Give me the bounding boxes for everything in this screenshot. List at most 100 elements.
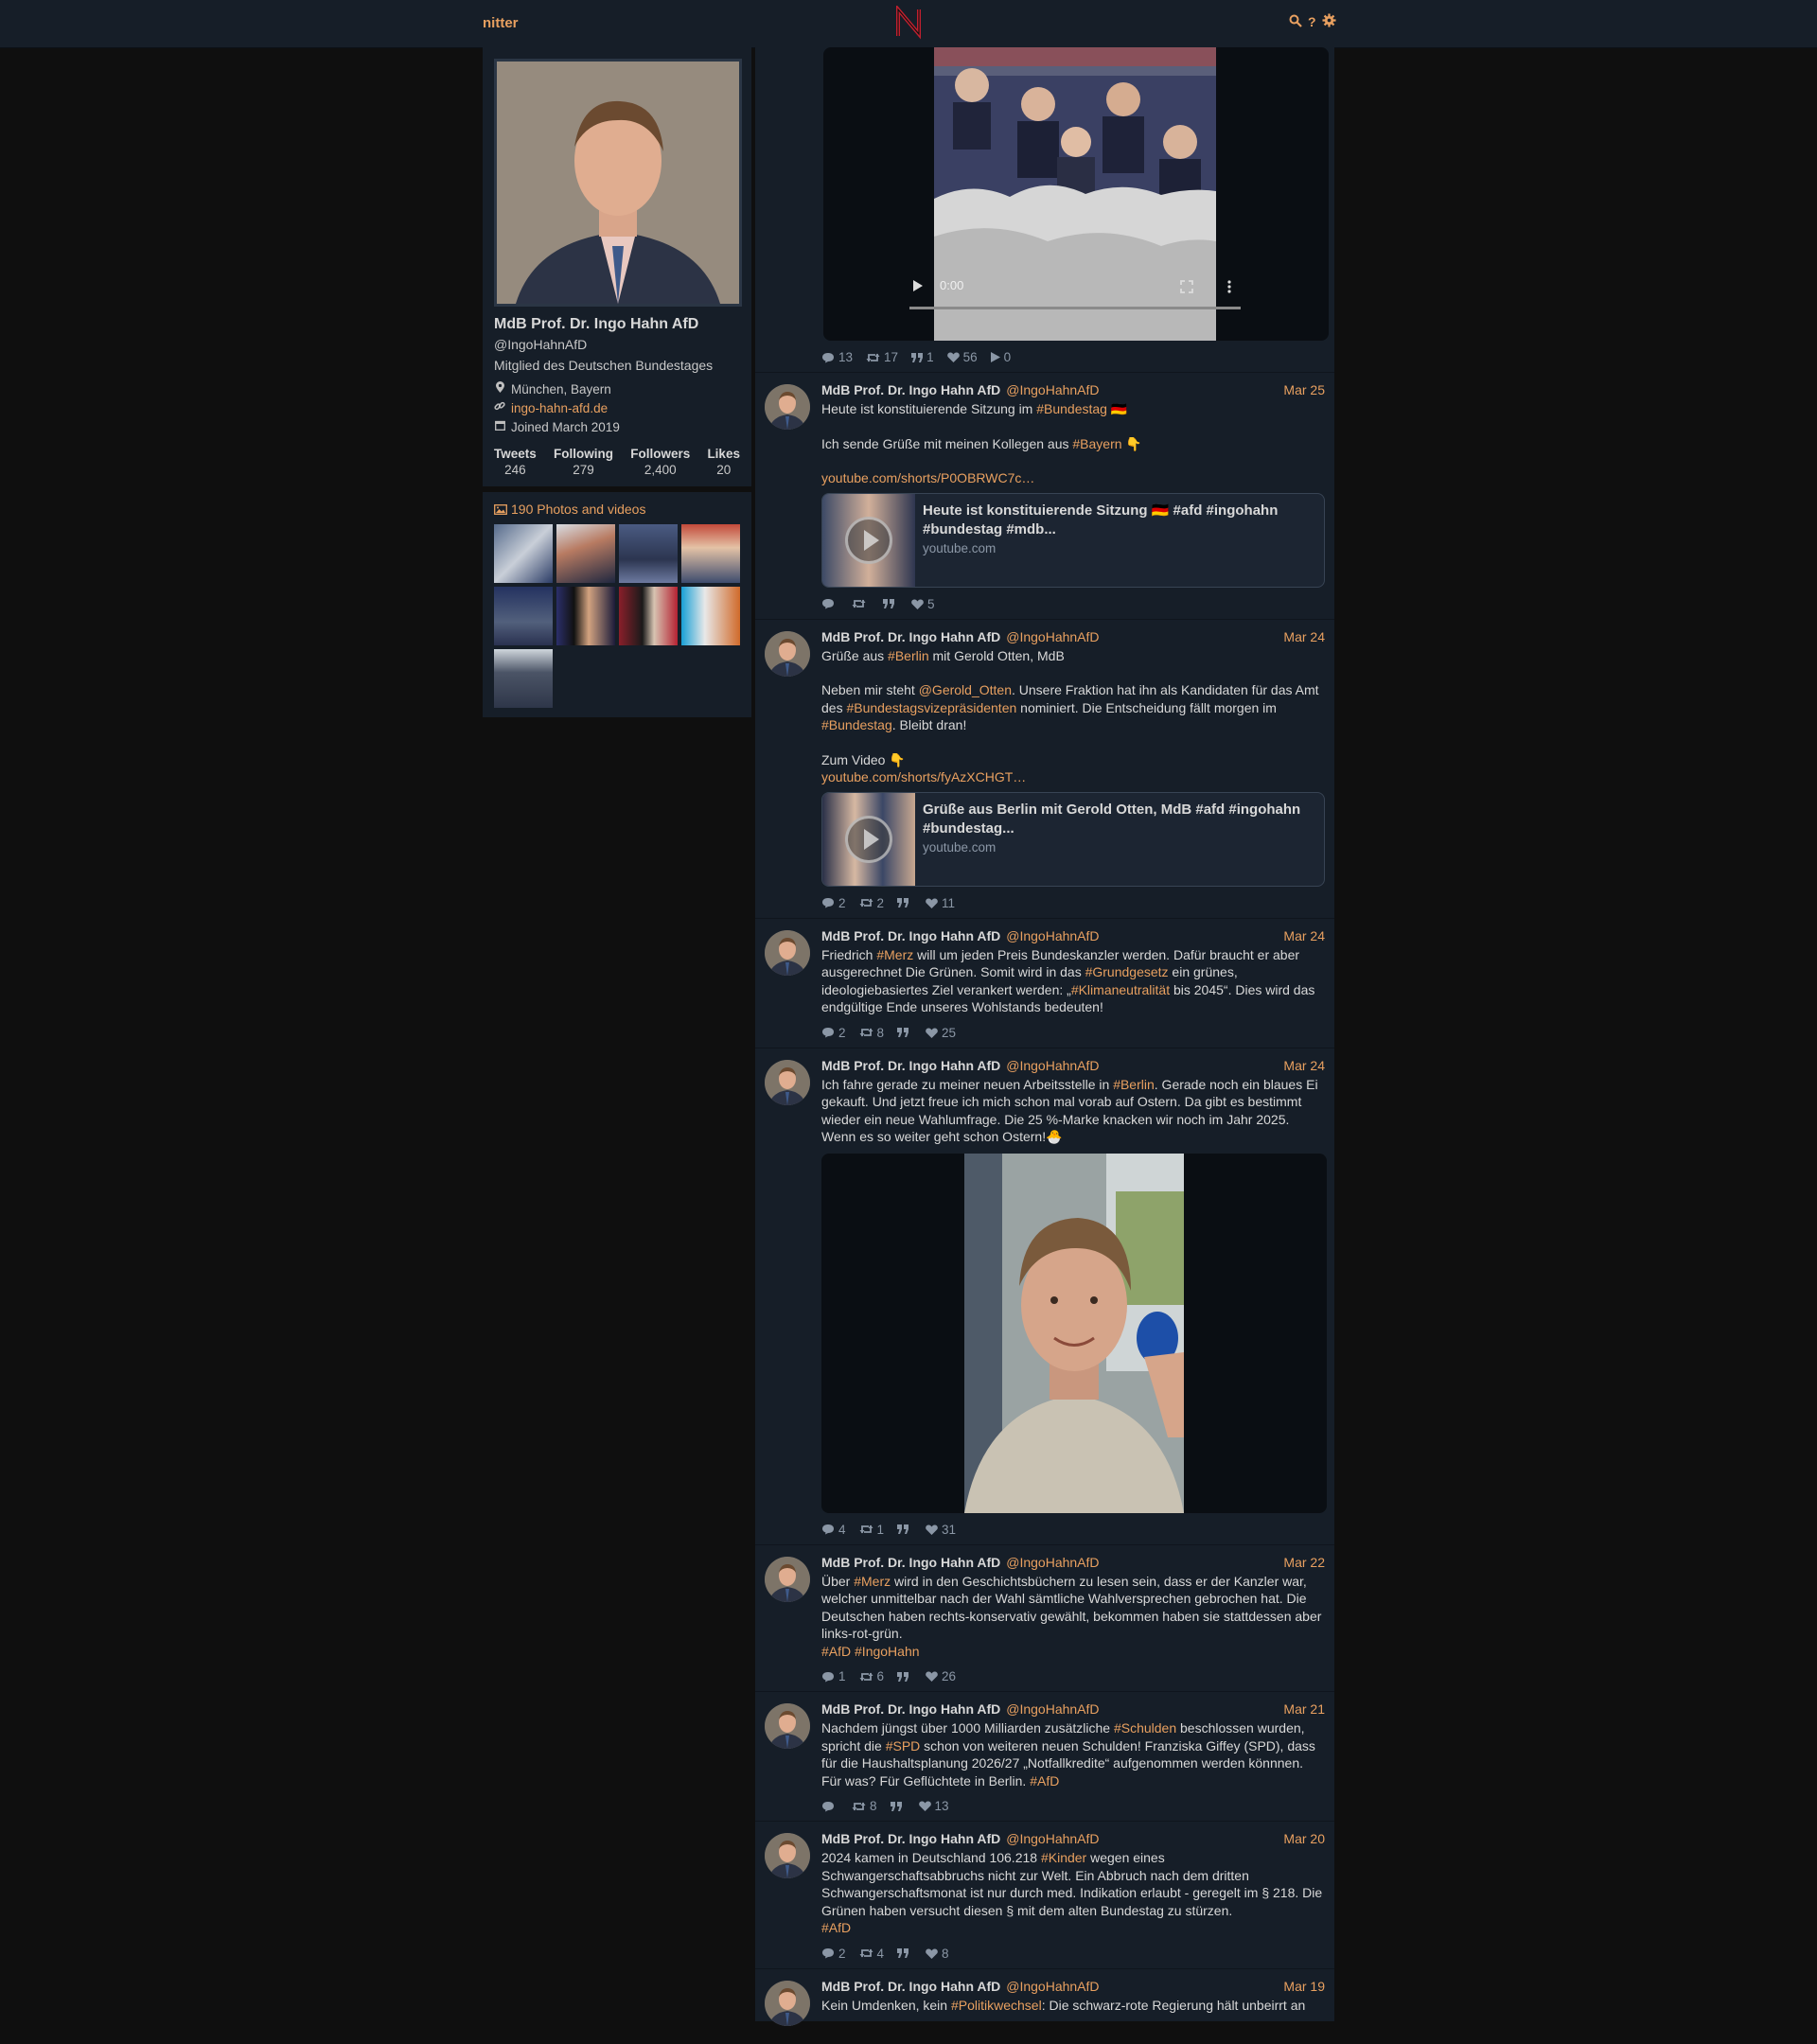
- quote-count[interactable]: [897, 1026, 912, 1040]
- tweet-item[interactable]: MdB Prof. Dr. Ingo Hahn AfD @IngoHahnAfD…: [755, 1822, 1334, 1969]
- tweet-date[interactable]: Mar 24: [1283, 928, 1325, 943]
- tweet-author-name[interactable]: MdB Prof. Dr. Ingo Hahn AfD: [821, 928, 1000, 943]
- photo-thumb[interactable]: [556, 587, 615, 645]
- tweet-avatar[interactable]: [765, 1980, 810, 2026]
- like-count[interactable]: 11: [926, 896, 955, 910]
- profile-avatar[interactable]: [494, 59, 742, 307]
- tweet-author-name[interactable]: MdB Prof. Dr. Ingo Hahn AfD: [821, 1979, 1000, 1994]
- hashtag-link[interactable]: #Klimaneutralität: [1071, 982, 1170, 997]
- like-count[interactable]: 25: [926, 1026, 956, 1040]
- tweet-author-name[interactable]: MdB Prof. Dr. Ingo Hahn AfD: [821, 1058, 1000, 1073]
- profile-handle[interactable]: @IngoHahnAfD: [494, 337, 740, 352]
- hashtag-link[interactable]: #Berlin: [1113, 1077, 1155, 1092]
- photo-thumb[interactable]: [556, 524, 615, 583]
- brand-link[interactable]: nitter: [483, 15, 519, 31]
- retweet-count[interactable]: 17: [866, 350, 898, 364]
- video-player[interactable]: 0:00: [823, 47, 1329, 341]
- mention-link[interactable]: @Gerold_Otten: [919, 682, 1012, 697]
- tweet-avatar[interactable]: [765, 1703, 810, 1749]
- video-progress-bar[interactable]: [909, 307, 1241, 309]
- hashtag-link[interactable]: #AfD #IngoHahn: [821, 1644, 920, 1659]
- photo-thumb[interactable]: [494, 524, 553, 583]
- youtube-link[interactable]: youtube.com/shorts/P0OBRWC7c…: [821, 470, 1034, 485]
- tweet-item[interactable]: MdB Prof. Dr. Ingo Hahn AfD @IngoHahnAfD…: [755, 1048, 1334, 1545]
- reply-count[interactable]: 13: [821, 350, 853, 364]
- tweet-item[interactable]: MdB Prof. Dr. Ingo Hahn AfD @IngoHahnAfD…: [755, 1545, 1334, 1692]
- quote-count[interactable]: [897, 1669, 912, 1683]
- retweet-count[interactable]: 8: [859, 1026, 884, 1040]
- hashtag-link[interactable]: #AfD: [1030, 1773, 1059, 1788]
- reply-count[interactable]: 2: [821, 896, 846, 910]
- stat-followers[interactable]: Followers 2,400: [630, 447, 690, 477]
- hashtag-link[interactable]: #Grundgesetz: [1085, 964, 1169, 979]
- tweet-author-handle[interactable]: @IngoHahnAfD: [1006, 1701, 1099, 1717]
- hashtag-link[interactable]: #Berlin: [888, 648, 929, 663]
- tweet-item[interactable]: MdB Prof. Dr. Ingo Hahn AfD @IngoHahnAfD…: [755, 1969, 1334, 2026]
- nitter-logo-icon[interactable]: [894, 6, 923, 40]
- hashtag-link[interactable]: #Politikwechsel: [951, 1998, 1042, 2013]
- tweet-avatar[interactable]: [765, 929, 810, 976]
- tweet-avatar[interactable]: [765, 1556, 810, 1602]
- reply-count[interactable]: [821, 597, 838, 611]
- quote-count[interactable]: [897, 1523, 912, 1537]
- tweet-item[interactable]: MdB Prof. Dr. Ingo Hahn AfD @IngoHahnAfD…: [755, 373, 1334, 620]
- youtube-link[interactable]: youtube.com/shorts/fyAzXCHGT…: [821, 769, 1026, 784]
- tweet-author-name[interactable]: MdB Prof. Dr. Ingo Hahn AfD: [821, 1831, 1000, 1846]
- reply-count[interactable]: 2: [821, 1947, 846, 1961]
- tweet-author-handle[interactable]: @IngoHahnAfD: [1006, 629, 1099, 644]
- tweet-date[interactable]: Mar 24: [1283, 1058, 1325, 1073]
- reply-count[interactable]: 2: [821, 1026, 846, 1040]
- stat-following[interactable]: Following 279: [554, 447, 613, 477]
- search-icon[interactable]: [1289, 14, 1302, 30]
- reply-count[interactable]: 1: [821, 1669, 846, 1683]
- tweet-video[interactable]: 0:00 13 17 1 56 0: [755, 47, 1334, 373]
- tweet-author-handle[interactable]: @IngoHahnAfD: [1006, 1831, 1099, 1846]
- like-count[interactable]: 31: [926, 1523, 956, 1537]
- retweet-count[interactable]: [852, 597, 870, 611]
- retweet-count[interactable]: 2: [859, 896, 884, 910]
- photo-thumb[interactable]: [494, 587, 553, 645]
- tweet-author-handle[interactable]: @IngoHahnAfD: [1006, 928, 1099, 943]
- quote-count[interactable]: [890, 1799, 906, 1813]
- tweet-image[interactable]: [821, 1153, 1327, 1513]
- photo-thumb[interactable]: [681, 587, 740, 645]
- tweet-author-handle[interactable]: @IngoHahnAfD: [1006, 1555, 1099, 1570]
- fullscreen-icon[interactable]: [1180, 280, 1193, 293]
- hashtag-link[interactable]: #Kinder: [1041, 1850, 1086, 1865]
- hashtag-link[interactable]: #Bundestagsvizepräsidenten: [846, 700, 1016, 715]
- tweet-date[interactable]: Mar 24: [1283, 629, 1325, 644]
- tweet-item[interactable]: MdB Prof. Dr. Ingo Hahn AfD @IngoHahnAfD…: [755, 1692, 1334, 1822]
- tweet-date[interactable]: Mar 21: [1283, 1701, 1325, 1717]
- quote-count[interactable]: [897, 896, 912, 910]
- tweet-author-handle[interactable]: @IngoHahnAfD: [1006, 1979, 1099, 1994]
- hashtag-link[interactable]: #SPD: [886, 1738, 921, 1753]
- photo-thumb[interactable]: [681, 524, 740, 583]
- tweet-author-name[interactable]: MdB Prof. Dr. Ingo Hahn AfD: [821, 1555, 1000, 1570]
- tweet-avatar[interactable]: [765, 1059, 810, 1105]
- tweet-author-name[interactable]: MdB Prof. Dr. Ingo Hahn AfD: [821, 382, 1000, 397]
- reply-count[interactable]: 4: [821, 1523, 846, 1537]
- play-icon[interactable]: [913, 280, 923, 291]
- hashtag-link[interactable]: #Bundestag: [821, 717, 892, 732]
- more-options-icon[interactable]: [1227, 280, 1231, 293]
- tweet-author-handle[interactable]: @IngoHahnAfD: [1006, 1058, 1099, 1073]
- like-count[interactable]: 5: [911, 597, 935, 611]
- tweet-date[interactable]: Mar 25: [1283, 382, 1325, 397]
- photo-thumb[interactable]: [619, 524, 678, 583]
- tweet-avatar[interactable]: [765, 384, 810, 430]
- photo-rail-link[interactable]: 190 Photos and videos: [494, 502, 740, 517]
- settings-icon[interactable]: [1322, 13, 1336, 30]
- like-count[interactable]: 8: [926, 1947, 949, 1961]
- tweet-avatar[interactable]: [765, 630, 810, 677]
- quote-count[interactable]: 1: [911, 350, 934, 364]
- like-count[interactable]: 26: [926, 1669, 956, 1683]
- reply-count[interactable]: [821, 1799, 838, 1813]
- help-icon[interactable]: ?: [1308, 14, 1316, 29]
- tweet-author-name[interactable]: MdB Prof. Dr. Ingo Hahn AfD: [821, 629, 1000, 644]
- retweet-count[interactable]: 6: [859, 1669, 884, 1683]
- tweet-date[interactable]: Mar 20: [1283, 1831, 1325, 1846]
- quote-count[interactable]: [897, 1947, 912, 1961]
- link-card[interactable]: Grüße aus Berlin mit Gerold Otten, MdB #…: [821, 791, 1325, 887]
- photo-thumb[interactable]: [619, 587, 678, 645]
- hashtag-link[interactable]: #Bayern: [1072, 436, 1121, 451]
